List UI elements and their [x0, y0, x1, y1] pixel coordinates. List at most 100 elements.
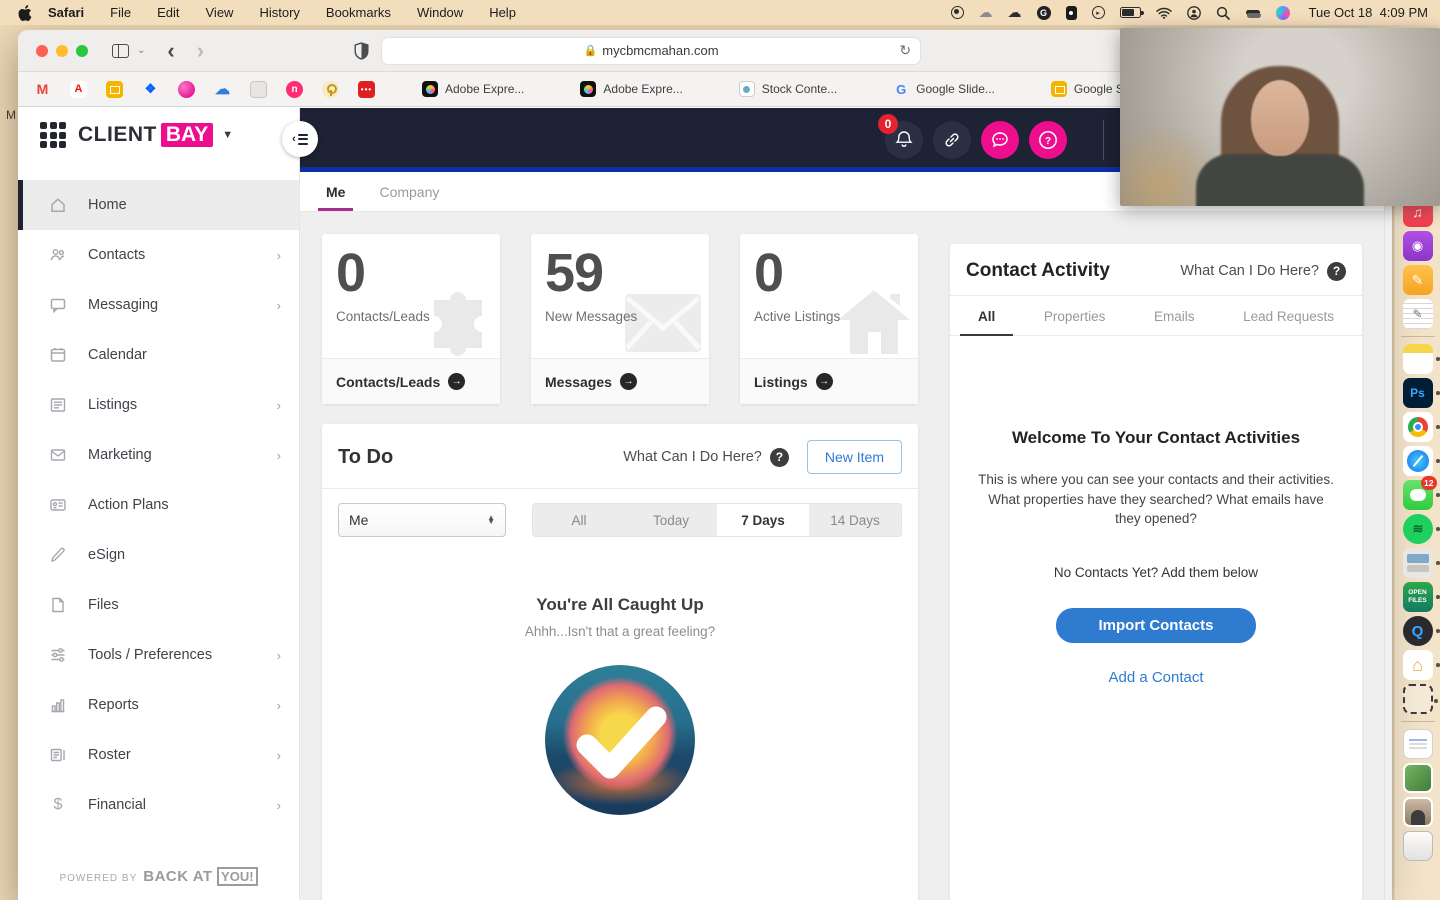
chat-support-button[interactable]: [981, 121, 1019, 159]
menu-bar-clock[interactable]: Tue Oct 18 4:09 PM: [1309, 5, 1428, 20]
new-item-button[interactable]: New Item: [806, 440, 902, 474]
messages-dock-icon[interactable]: 12: [1402, 476, 1440, 510]
activity-tab-properties[interactable]: Properties: [1040, 296, 1110, 335]
bookmark-tab-google-slide[interactable]: G Google Slide...: [893, 81, 995, 97]
import-contacts-button[interactable]: Import Contacts: [1056, 607, 1256, 643]
apple-logo-icon[interactable]: [18, 4, 32, 21]
record-icon[interactable]: [950, 6, 964, 19]
menu-item-safari[interactable]: Safari: [48, 5, 84, 20]
sidebar-item-financial[interactable]: $ Financial: [18, 780, 299, 830]
forward-button[interactable]: ›: [197, 38, 204, 64]
clientbay-logo[interactable]: CLIENT BAY ▼: [18, 108, 299, 162]
cloud-sync-icon[interactable]: ☁: [979, 4, 993, 21]
minimize-window-button[interactable]: [56, 44, 68, 57]
segment-14-days[interactable]: 14 Days: [809, 504, 901, 536]
battery-icon[interactable]: [1119, 7, 1144, 18]
control-center-icon[interactable]: [1245, 7, 1261, 18]
podcasts-dock-icon[interactable]: ◉: [1402, 231, 1433, 261]
photoshop-dock-icon[interactable]: Ps: [1402, 378, 1440, 408]
keychain-bookmark-icon[interactable]: [322, 80, 339, 98]
activity-tab-lead-requests[interactable]: Lead Requests: [1239, 296, 1338, 335]
zoom-window-button[interactable]: [76, 44, 88, 57]
segment-7-days[interactable]: 7 Days: [717, 504, 809, 536]
slides-bookmark-icon[interactable]: [106, 80, 123, 98]
privacy-shield-icon[interactable]: [354, 41, 369, 60]
help-question-icon[interactable]: [769, 447, 789, 467]
help-question-icon[interactable]: [1327, 261, 1346, 281]
listings-link[interactable]: Listings: [740, 358, 918, 404]
menu-item-bookmarks[interactable]: Bookmarks: [326, 5, 391, 20]
spotlight-search-icon[interactable]: [1216, 6, 1230, 20]
sidebar-item-files[interactable]: Files: [18, 580, 299, 630]
open-files-dock-icon[interactable]: OPEN FILES: [1402, 582, 1440, 612]
assignee-select[interactable]: Me ▲ ▼: [338, 503, 506, 537]
sidebar-item-action-plans[interactable]: Action Plans: [18, 480, 299, 530]
help-button[interactable]: ?: [1029, 121, 1067, 159]
activity-tab-all[interactable]: All: [959, 296, 1014, 336]
quicktime-dock-icon[interactable]: Q: [1402, 616, 1440, 646]
contacts-link[interactable]: Contacts/Leads: [322, 358, 500, 404]
gray-doc-bookmark-icon[interactable]: [250, 80, 267, 98]
logo-chevron-down-icon[interactable]: ▼: [222, 129, 233, 141]
bookmark-tab-stock-content[interactable]: Stock Conte...: [738, 81, 837, 97]
menu-item-help[interactable]: Help: [489, 5, 516, 20]
user-switch-icon[interactable]: [1186, 5, 1201, 20]
sidebar-collapse-button[interactable]: ‹: [282, 121, 318, 157]
sidebar-toggle-icon[interactable]: [112, 43, 129, 58]
reload-icon[interactable]: ↻: [899, 42, 911, 59]
tab-company[interactable]: Company: [377, 172, 441, 211]
webcam-overlay[interactable]: [1120, 28, 1440, 206]
share-link-button[interactable]: [933, 121, 971, 159]
sidebar-item-esign[interactable]: eSign: [18, 530, 299, 580]
segment-all[interactable]: All: [533, 504, 625, 536]
sidebar-item-reports[interactable]: Reports: [18, 680, 299, 730]
textedit-dock-icon[interactable]: ✎: [1402, 299, 1433, 329]
wifi-icon[interactable]: [1155, 7, 1172, 19]
selection-tool-dock-icon[interactable]: [1402, 684, 1438, 714]
sidebar-item-home[interactable]: Home: [18, 180, 299, 230]
photo-file-dock-icon[interactable]: [1402, 797, 1433, 827]
sidebar-item-listings[interactable]: Listings: [18, 380, 299, 430]
npm-bookmark-icon[interactable]: n: [286, 80, 303, 98]
pink-app-bookmark-icon[interactable]: [178, 80, 195, 98]
sidebar-item-tools-preferences[interactable]: Tools / Preferences: [18, 630, 299, 680]
pages-dock-icon[interactable]: ✎: [1402, 265, 1433, 295]
bookmark-tab-adobe-express-1[interactable]: Adobe Expre...: [422, 81, 524, 97]
bookmark-tab-adobe-express-2[interactable]: Adobe Expre...: [580, 81, 683, 97]
menu-item-view[interactable]: View: [206, 5, 234, 20]
messages-link[interactable]: Messages: [531, 358, 709, 404]
safari-dock-icon[interactable]: [1402, 446, 1440, 476]
sticker-file-dock-icon[interactable]: [1402, 763, 1433, 793]
home-app-dock-icon[interactable]: ⌂: [1402, 650, 1440, 680]
menu-item-window[interactable]: Window: [417, 5, 463, 20]
page-scrollbar[interactable]: [1384, 108, 1392, 900]
add-contact-link[interactable]: Add a Contact: [978, 669, 1334, 686]
sidebar-item-marketing[interactable]: Marketing: [18, 430, 299, 480]
adobe-bookmark-icon[interactable]: A: [70, 80, 87, 98]
back-button[interactable]: ‹: [167, 38, 174, 64]
menu-item-edit[interactable]: Edit: [157, 5, 179, 20]
notes-dock-icon[interactable]: [1402, 344, 1440, 374]
play-icon[interactable]: ▸: [1091, 6, 1105, 19]
sidebar-chevron-icon[interactable]: ⌄: [137, 45, 145, 56]
siri-icon[interactable]: [1275, 5, 1290, 20]
spotify-dock-icon[interactable]: ≋: [1402, 514, 1440, 544]
menu-item-history[interactable]: History: [259, 5, 299, 20]
media-viewer-dock-icon[interactable]: [1402, 548, 1440, 578]
sidebar-item-contacts[interactable]: Contacts: [18, 230, 299, 280]
gmail-bookmark-icon[interactable]: M: [34, 81, 51, 98]
trash-dock-icon[interactable]: [1402, 831, 1433, 861]
menu-item-file[interactable]: File: [110, 5, 131, 20]
onedrive-bookmark-icon[interactable]: ☁: [214, 81, 231, 98]
password-manager-icon[interactable]: [1065, 5, 1077, 20]
cloud-check-icon[interactable]: ☁: [1008, 4, 1022, 21]
activity-tab-emails[interactable]: Emails: [1150, 296, 1199, 335]
dropbox-bookmark-icon[interactable]: ❖: [142, 81, 159, 98]
red-app-bookmark-icon[interactable]: •••: [358, 80, 375, 98]
document-dock-icon[interactable]: [1402, 729, 1433, 759]
close-window-button[interactable]: [36, 44, 48, 57]
tab-me[interactable]: Me: [317, 172, 355, 211]
notifications-button[interactable]: 0: [878, 114, 923, 159]
sidebar-item-roster[interactable]: Roster: [18, 730, 299, 780]
chrome-dock-icon[interactable]: [1402, 412, 1440, 442]
